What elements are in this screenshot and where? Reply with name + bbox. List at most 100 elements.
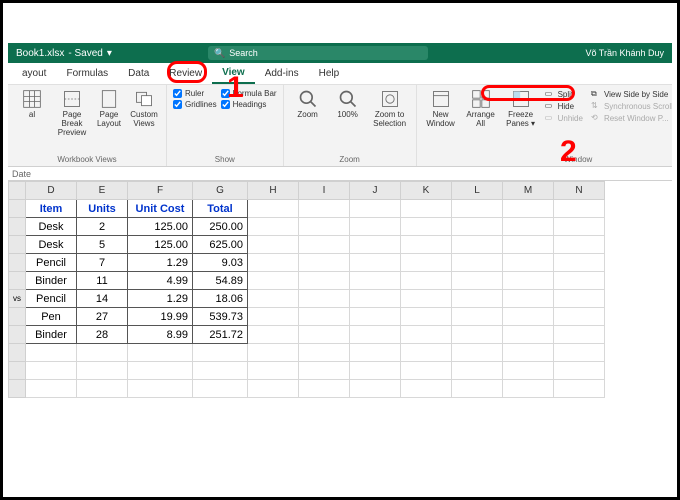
cell[interactable]: [554, 326, 605, 344]
cell[interactable]: [350, 290, 401, 308]
cell[interactable]: [503, 326, 554, 344]
cell[interactable]: [554, 380, 605, 398]
tab-layout[interactable]: ayout: [12, 64, 56, 83]
cell[interactable]: Unit Cost: [128, 200, 193, 218]
normal-view-button[interactable]: al: [14, 89, 50, 153]
cell[interactable]: [350, 272, 401, 290]
row-header[interactable]: [9, 326, 26, 344]
row-header[interactable]: [9, 254, 26, 272]
tab-data[interactable]: Data: [118, 64, 159, 83]
cell[interactable]: 9.03: [193, 254, 248, 272]
cell[interactable]: [401, 344, 452, 362]
cell[interactable]: Total: [193, 200, 248, 218]
cell[interactable]: [503, 218, 554, 236]
cell[interactable]: [503, 200, 554, 218]
row-header[interactable]: [9, 218, 26, 236]
cell[interactable]: 125.00: [128, 218, 193, 236]
cell[interactable]: Pencil: [26, 254, 77, 272]
zoom-100-button[interactable]: 100%: [330, 89, 366, 153]
cell[interactable]: [452, 326, 503, 344]
cell[interactable]: [452, 254, 503, 272]
split-button[interactable]: ▭Split: [545, 89, 583, 99]
hide-button[interactable]: ▭Hide: [545, 101, 583, 111]
cell[interactable]: [452, 308, 503, 326]
col-F[interactable]: F: [128, 182, 193, 200]
col-J[interactable]: J: [350, 182, 401, 200]
cell[interactable]: 1.29: [128, 290, 193, 308]
zoom-button[interactable]: Zoom: [290, 89, 326, 153]
cell[interactable]: [128, 362, 193, 380]
cell[interactable]: [248, 290, 299, 308]
name-box[interactable]: Date: [12, 169, 31, 179]
tab-help[interactable]: Help: [309, 64, 350, 83]
cell[interactable]: [299, 308, 350, 326]
cell[interactable]: [248, 380, 299, 398]
freeze-panes-button[interactable]: Freeze Panes ▾: [503, 89, 539, 153]
gridlines-checkbox[interactable]: Gridlines: [173, 100, 217, 109]
custom-views-button[interactable]: Custom Views: [128, 89, 160, 153]
cell[interactable]: [401, 272, 452, 290]
cell[interactable]: [299, 236, 350, 254]
cell[interactable]: [248, 218, 299, 236]
col-H[interactable]: H: [248, 182, 299, 200]
row-header[interactable]: [9, 344, 26, 362]
cell[interactable]: [503, 380, 554, 398]
cell[interactable]: 8.99: [128, 326, 193, 344]
cell[interactable]: 27: [77, 308, 128, 326]
cell[interactable]: 14: [77, 290, 128, 308]
cell[interactable]: [299, 272, 350, 290]
row-header[interactable]: [9, 362, 26, 380]
cell[interactable]: [452, 362, 503, 380]
cell[interactable]: [452, 272, 503, 290]
cell[interactable]: [554, 218, 605, 236]
col-N[interactable]: N: [554, 182, 605, 200]
cell[interactable]: [193, 380, 248, 398]
cell[interactable]: [503, 236, 554, 254]
cell[interactable]: Item: [26, 200, 77, 218]
unhide-button[interactable]: ▭Unhide: [545, 113, 583, 123]
cell[interactable]: [452, 290, 503, 308]
cell[interactable]: [299, 290, 350, 308]
zoom-selection-button[interactable]: Zoom to Selection: [370, 89, 410, 153]
cell[interactable]: 625.00: [193, 236, 248, 254]
cell[interactable]: [452, 218, 503, 236]
arrange-all-button[interactable]: Arrange All: [463, 89, 499, 153]
cell[interactable]: [503, 308, 554, 326]
cell[interactable]: [350, 218, 401, 236]
cell[interactable]: Desk: [26, 218, 77, 236]
cell[interactable]: [299, 380, 350, 398]
reset-window-button[interactable]: ⟲Reset Window P...: [591, 113, 672, 123]
cell[interactable]: [401, 236, 452, 254]
ruler-checkbox[interactable]: Ruler: [173, 89, 217, 98]
cell[interactable]: [350, 236, 401, 254]
cell[interactable]: [248, 344, 299, 362]
cell[interactable]: [401, 218, 452, 236]
cell[interactable]: [193, 362, 248, 380]
cell[interactable]: 251.72: [193, 326, 248, 344]
cell[interactable]: Pencil: [26, 290, 77, 308]
row-header[interactable]: [9, 380, 26, 398]
cell[interactable]: [452, 344, 503, 362]
col-G[interactable]: G: [193, 182, 248, 200]
row-header[interactable]: [9, 272, 26, 290]
cell[interactable]: [299, 344, 350, 362]
cell[interactable]: 125.00: [128, 236, 193, 254]
col-I[interactable]: I: [299, 182, 350, 200]
cell[interactable]: Units: [77, 200, 128, 218]
cell[interactable]: [401, 308, 452, 326]
cell[interactable]: 5: [77, 236, 128, 254]
cell[interactable]: 28: [77, 326, 128, 344]
cell[interactable]: [401, 326, 452, 344]
cell[interactable]: 1.29: [128, 254, 193, 272]
page-break-button[interactable]: Page Break Preview: [54, 89, 90, 153]
sheet-area[interactable]: D E F G H I J K L M N Item Units Unit Co…: [8, 181, 672, 457]
new-window-button[interactable]: New Window: [423, 89, 459, 153]
cell[interactable]: [503, 290, 554, 308]
cell[interactable]: Desk: [26, 236, 77, 254]
cell[interactable]: [554, 362, 605, 380]
cell[interactable]: [350, 380, 401, 398]
row-header[interactable]: [9, 308, 26, 326]
col-E[interactable]: E: [77, 182, 128, 200]
page-layout-button[interactable]: Page Layout: [94, 89, 124, 153]
cell[interactable]: [248, 308, 299, 326]
